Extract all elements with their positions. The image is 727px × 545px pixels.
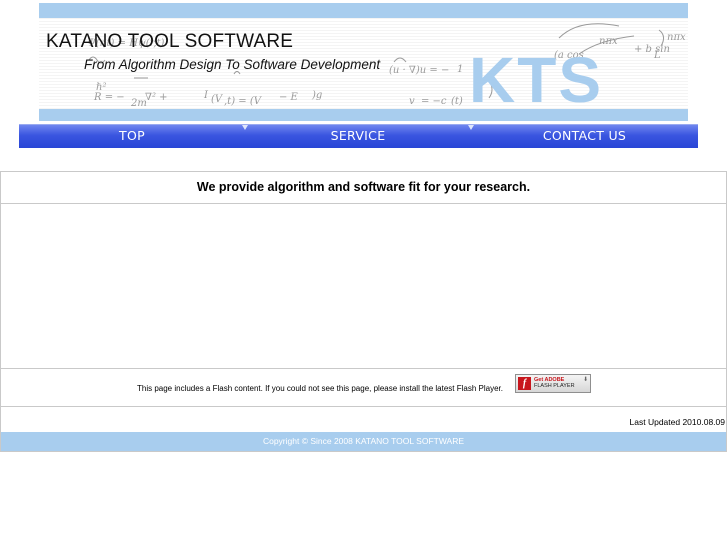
svg-text:nπx: nπx (667, 32, 686, 43)
svg-text:(u · ∇)u = −: (u · ∇)u = − (389, 65, 449, 76)
flash-content-area (0, 203, 727, 369)
svg-text:(t): (t) (451, 96, 463, 107)
kts-logo: KTS (469, 44, 603, 109)
get-flash-player-button[interactable]: f Get ADOBE FLASH PLAYER ⬇ (515, 374, 591, 393)
download-arrow-icon: ⬇ (582, 376, 588, 383)
svg-text:)g: )g (311, 90, 322, 101)
svg-text:= −c: = −c (421, 96, 447, 107)
copyright-text: Copyright © Since 2008 KATANO TOOL SOFTW… (262, 436, 465, 446)
nav-item-contact-us[interactable]: CONTACT US (471, 125, 698, 148)
svg-text:L: L (653, 50, 661, 61)
flash-badge-line2: FLASH PLAYER (534, 383, 575, 389)
nav-separator-icon (468, 125, 474, 130)
svg-text:− E: − E (279, 92, 299, 103)
headline-row: We provide algorithm and software fit fo… (0, 171, 727, 204)
banner-bottom-strip (39, 109, 688, 121)
page-headline: We provide algorithm and software fit fo… (196, 180, 531, 194)
nav-item-service[interactable]: SERVICE (245, 125, 471, 148)
svg-text:R = −: R = − (93, 92, 125, 103)
svg-text:∇² +: ∇² + (145, 92, 168, 103)
svg-text:I: I (203, 90, 209, 101)
last-updated-text: Last Updated 2010.08.09 (629, 417, 725, 427)
main-navigation: TOP SERVICE CONTACT US (19, 124, 698, 148)
nav-item-top[interactable]: TOP (19, 125, 245, 148)
footer: Copyright © Since 2008 KATANO TOOL SOFTW… (0, 432, 727, 452)
site-tagline: From Algorithm Design To Software Develo… (84, 57, 381, 72)
header-banner: Ψ(r,t) = Hψ(r,t) ℏ² R = − 2m ∇² + I (V ,… (39, 3, 688, 121)
flash-badge-label: Get ADOBE FLASH PLAYER (534, 377, 575, 389)
last-updated-row: Last Updated 2010.08.09 (0, 406, 727, 433)
banner-top-strip (39, 3, 688, 18)
flash-notice-row: This page includes a Flash content. If y… (0, 368, 727, 407)
flash-notice-text: This page includes a Flash content. If y… (137, 384, 503, 393)
svg-text:1: 1 (457, 64, 463, 75)
flash-player-icon: f (518, 377, 531, 390)
nav-separator-icon (242, 125, 248, 130)
svg-text:+ b sin: + b sin (634, 44, 670, 55)
svg-text:(V: (V (211, 94, 224, 105)
site-title: KATANO TOOL SOFTWARE (46, 31, 294, 52)
banner-body: Ψ(r,t) = Hψ(r,t) ℏ² R = − 2m ∇² + I (V ,… (39, 18, 688, 109)
svg-text:v: v (409, 96, 415, 107)
svg-text:,t) = (V: ,t) = (V (224, 96, 263, 107)
